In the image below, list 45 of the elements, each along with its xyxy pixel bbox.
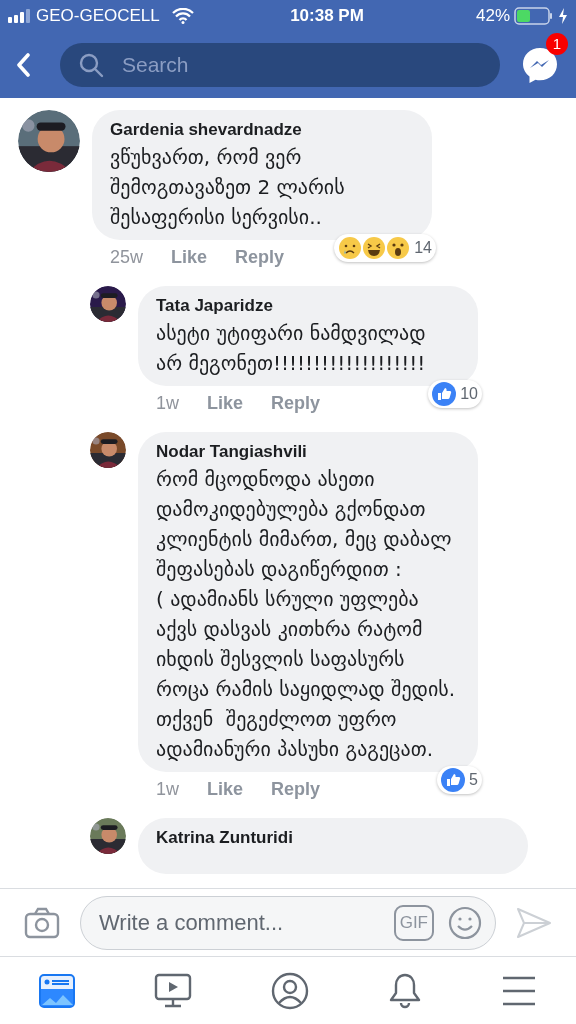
like-link[interactable]: Like — [207, 776, 244, 802]
menu-tab[interactable] — [500, 974, 537, 1007]
reaction-count: 10 — [460, 384, 478, 404]
like-link[interactable]: Like — [171, 244, 208, 270]
comment-age: 1w — [156, 778, 179, 801]
comment-text: ასეტი უტიფარი ნამდვილად არ მეგონეთ!!!!!!!!!!!!!!!!!!! — [156, 320, 427, 377]
reply-link[interactable]: Reply — [235, 244, 285, 270]
reaction-summary[interactable]: 5 — [437, 766, 482, 794]
reaction-summary[interactable]: 10 — [428, 380, 482, 408]
video-tab[interactable] — [154, 972, 193, 1009]
battery-icon — [514, 7, 554, 25]
laughing-face-icon — [362, 236, 387, 260]
reaction-count: 14 — [414, 238, 432, 258]
carrier-name: GEO-GEOCELL — [36, 5, 160, 28]
reply-link[interactable]: Reply — [271, 776, 321, 802]
back-icon — [16, 53, 30, 77]
search-icon — [78, 52, 104, 78]
like-link[interactable]: Like — [207, 390, 244, 416]
author-name[interactable]: Katrina Zunturidi — [156, 826, 510, 850]
reaction-summary[interactable]: 14 — [334, 234, 436, 262]
reaction-count: 5 — [469, 770, 478, 790]
author-name[interactable]: Gardenia shevardnadze — [110, 118, 414, 142]
thumbs-up-icon — [441, 768, 466, 792]
sad-face-icon — [338, 236, 363, 260]
news-feed-tab[interactable] — [39, 973, 76, 1008]
camera-icon[interactable] — [24, 906, 60, 939]
wifi-icon — [171, 8, 194, 24]
search-field[interactable]: Search — [60, 43, 500, 87]
charging-icon — [558, 8, 568, 24]
notification-badge: 1 — [546, 33, 568, 55]
thumbs-up-icon — [432, 382, 457, 406]
reply-link[interactable]: Reply — [271, 390, 321, 416]
comment-age: 25w — [110, 246, 144, 269]
clock: 10:38 PM — [289, 5, 365, 28]
signal-icon — [8, 9, 32, 23]
author-name[interactable]: Tata Japaridze — [156, 294, 460, 318]
comment-text: ვწუხვართ, რომ ვერ შემოგთავაზეთ 2 ლარის შესაფერისი სერვისი.. — [110, 144, 346, 231]
comment-text: რომ მცოდნოდა ასეთი დამოკიდებულება გქონდათ კლიენტის მიმართ, მეც დაბალ შეფასებას დაგიწერდით : ( ადამიანს სრული უფლება აქვს დასვას კითხრა რატომ იხდის შესვლის საფასურს როცა რამის საყიდლად შედის. თქვენ შეგეძლოთ უფრო ადამიანური პასუხი გაგეცათ. — [156, 466, 457, 763]
comment-age: 1w — [156, 392, 179, 415]
surprised-face-icon — [386, 236, 411, 260]
author-name[interactable]: Nodar Tangiashvili — [156, 440, 460, 464]
notifications-tab[interactable] — [387, 971, 422, 1010]
profile-tab[interactable] — [271, 971, 309, 1010]
battery-percent: 42% — [475, 5, 510, 28]
smiley-icon[interactable] — [448, 905, 482, 940]
